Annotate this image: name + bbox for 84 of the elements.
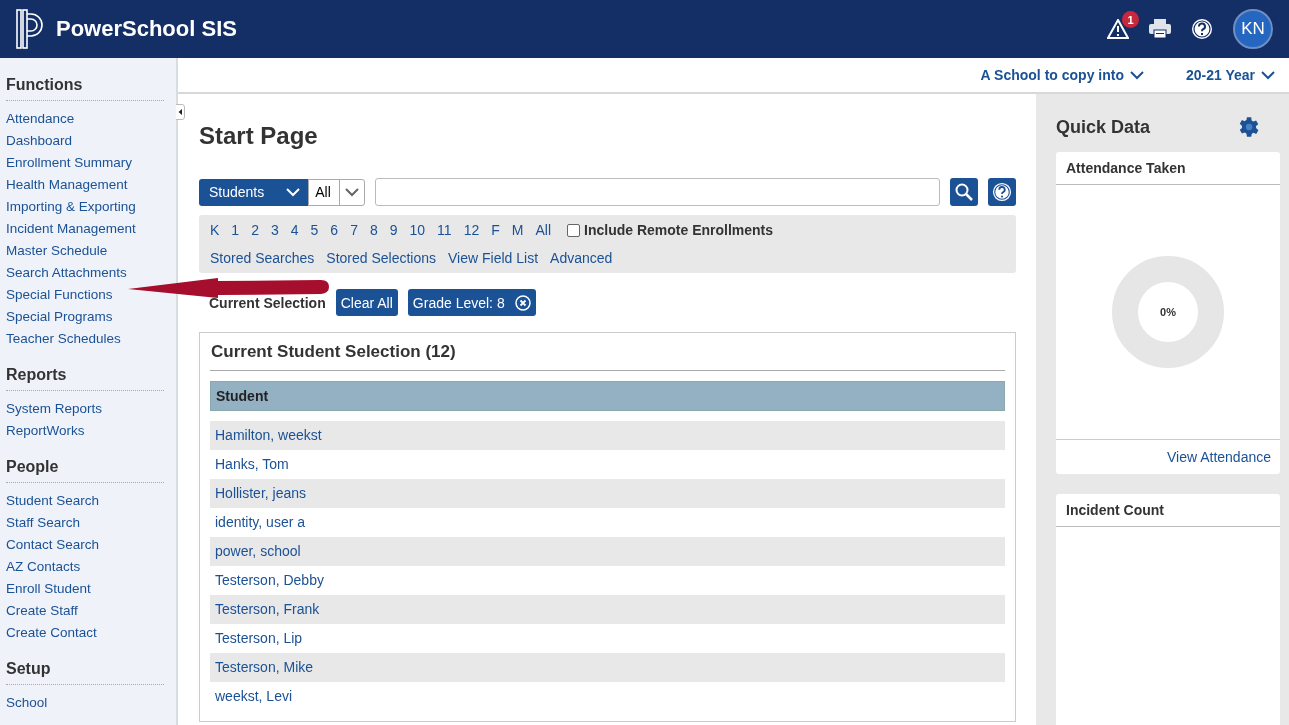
grade-link[interactable]: 1 — [231, 222, 240, 238]
term-selector[interactable]: 20-21 Year — [1185, 67, 1275, 83]
sidebar-link[interactable]: Importing & Exporting — [6, 196, 136, 218]
product-name: PowerSchool SIS — [56, 16, 237, 42]
column-header: Student — [210, 381, 1005, 411]
sidebar-link[interactable]: Attendance — [6, 108, 75, 130]
sidebar-link[interactable]: Student Search — [6, 490, 100, 512]
grade-link[interactable]: 10 — [409, 222, 426, 238]
filter-chip[interactable]: Grade Level: 8 — [407, 289, 536, 316]
grade-link[interactable]: F — [491, 222, 500, 238]
help-icon — [992, 182, 1012, 202]
student-link[interactable]: power, school — [210, 537, 1005, 566]
remote-enrollments-checkbox[interactable]: Include Remote Enrollments — [567, 222, 774, 238]
sidebar-link[interactable]: Incident Management — [6, 218, 136, 240]
school-selector[interactable]: A School to copy into — [980, 67, 1144, 83]
section-title: Reports — [6, 366, 164, 391]
section-title: People — [6, 458, 164, 483]
grade-link[interactable]: All — [535, 222, 551, 238]
chevron-down-icon — [286, 187, 301, 197]
grade-link[interactable]: 6 — [330, 222, 339, 238]
chevron-down-icon — [1129, 70, 1144, 80]
grade-link[interactable]: M — [511, 222, 524, 238]
section-title: Setup — [6, 660, 164, 685]
sidebar-link[interactable]: ReportWorks — [6, 420, 85, 442]
warning-icon[interactable] — [1107, 19, 1129, 39]
section-title: Functions — [6, 76, 164, 101]
student-link[interactable]: Hamilton, weekst — [210, 421, 1005, 450]
sidebar-link[interactable]: Special Functions — [6, 284, 113, 306]
search-option-link[interactable]: View Field List — [448, 250, 539, 266]
help-icon[interactable] — [1191, 18, 1213, 40]
donut-chart: 0% — [1112, 256, 1224, 368]
collapse-sidebar-button[interactable] — [176, 104, 185, 120]
grade-link[interactable]: 4 — [290, 222, 299, 238]
search-field[interactable] — [374, 178, 940, 206]
help-button[interactable] — [988, 178, 1016, 206]
sidebar-link[interactable]: System Reports — [6, 398, 103, 420]
page-title: Start Page — [199, 122, 319, 150]
current-selection-label: Current Selection — [209, 294, 326, 311]
scope-dropdown[interactable]: All — [308, 178, 365, 206]
grade-link[interactable]: 7 — [350, 222, 358, 238]
card-title: Attendance Taken — [1056, 152, 1280, 185]
chevron-down-icon — [344, 187, 359, 197]
sidebar-link[interactable]: Dashboard — [6, 130, 73, 152]
search-icon — [955, 183, 973, 201]
grade-link[interactable]: 2 — [251, 222, 259, 238]
sidebar-link[interactable]: Staff Search — [6, 512, 81, 534]
search-option-link[interactable]: Stored Searches — [210, 250, 315, 266]
sidebar-link[interactable]: Special Programs — [6, 306, 113, 328]
card-title: Current Student Selection (12) — [210, 333, 1005, 371]
student-link[interactable]: Testerson, Frank — [210, 595, 1005, 624]
view-attendance-link[interactable]: View Attendance — [1157, 440, 1280, 474]
notification-badge: 1 — [1122, 11, 1139, 28]
sidebar-link[interactable]: Teacher Schedules — [6, 328, 121, 350]
sidebar-link[interactable]: Enrollment Summary — [6, 152, 133, 174]
student-link[interactable]: Testerson, Mike — [210, 653, 1005, 682]
print-icon[interactable] — [1149, 19, 1171, 39]
grade-link[interactable]: K — [210, 222, 220, 238]
logo-icon — [16, 9, 46, 49]
grade-link[interactable]: 3 — [270, 222, 279, 238]
category-dropdown[interactable]: Students — [199, 178, 309, 206]
clear-all-button[interactable]: Clear All — [335, 289, 398, 316]
grade-link[interactable]: 5 — [310, 222, 319, 238]
remove-icon — [514, 294, 531, 311]
sidebar-link[interactable]: Master Schedule — [6, 240, 108, 262]
sidebar-link[interactable]: Contact Search — [6, 534, 100, 556]
sidebar-link[interactable]: Create Contact — [6, 622, 97, 644]
sidebar-link[interactable]: Health Management — [6, 174, 128, 196]
sidebar-link[interactable]: School — [6, 692, 48, 714]
search-button[interactable] — [950, 178, 978, 206]
grade-link[interactable]: 8 — [369, 222, 378, 238]
sidebar-link[interactable]: Search Attachments — [6, 262, 127, 284]
user-avatar[interactable]: KN — [1233, 9, 1273, 49]
grade-link[interactable]: 12 — [463, 222, 480, 238]
chevron-down-icon — [1261, 70, 1275, 80]
sidebar-link[interactable]: Create Staff — [6, 600, 78, 622]
sidebar-link[interactable]: AZ Contacts — [6, 556, 81, 578]
search-option-link[interactable]: Stored Selections — [326, 250, 437, 266]
grade-link[interactable]: 9 — [389, 222, 398, 238]
search-option-link[interactable]: Advanced — [550, 250, 613, 266]
card-title: Incident Count — [1056, 494, 1280, 527]
grade-link[interactable]: 11 — [437, 222, 452, 238]
student-link[interactable]: Hollister, jeans — [210, 479, 1005, 508]
sidebar-link[interactable]: Enroll Student — [6, 578, 91, 600]
panel-title: Quick Data — [1056, 116, 1151, 138]
